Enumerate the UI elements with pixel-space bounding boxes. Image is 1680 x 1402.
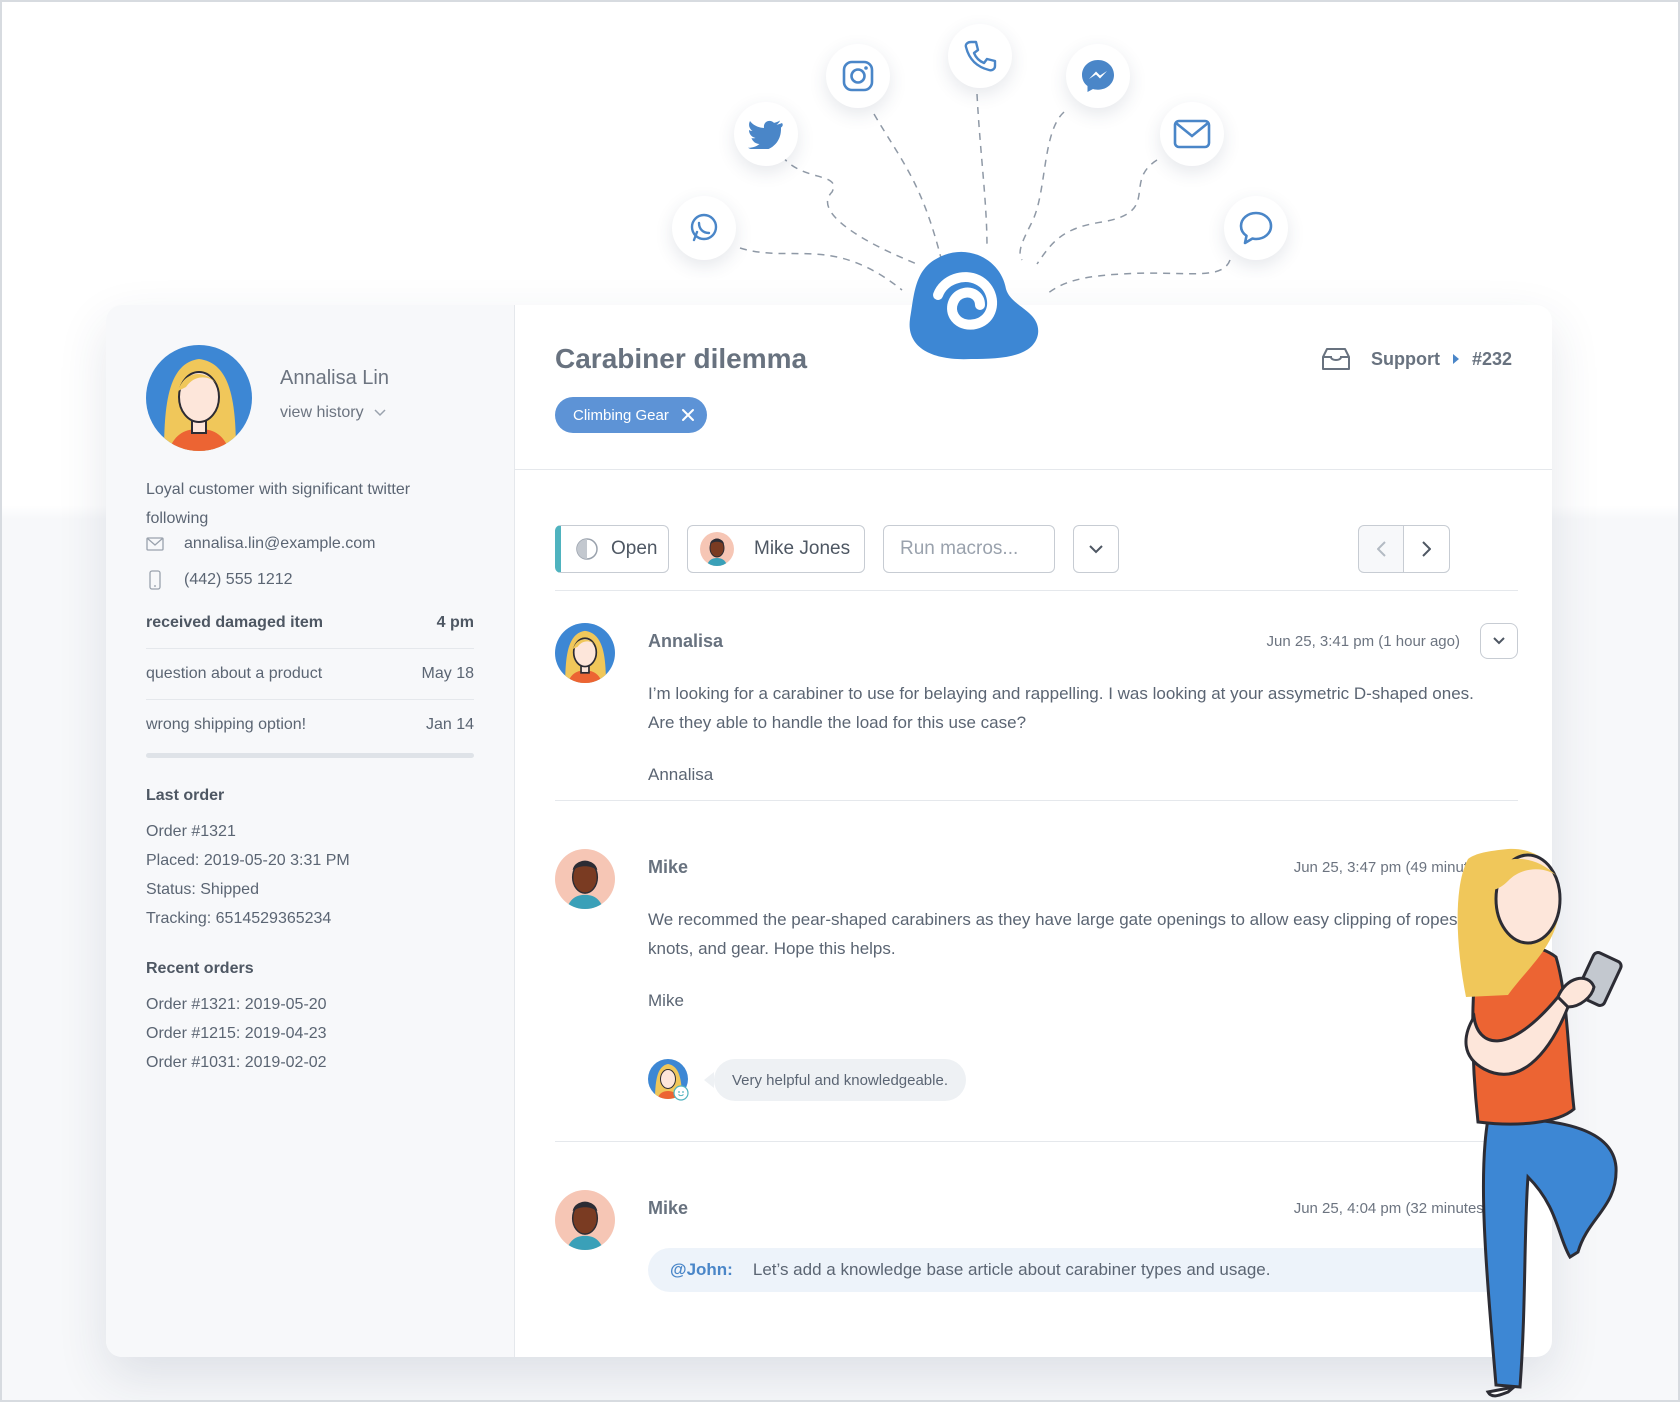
last-order-details: Order #1321 Placed: 2019-05-20 3:31 PM S… [146,817,350,933]
message-customer: Annalisa Jun 25, 3:41 pm (1 hour ago) I’… [555,623,1518,784]
tag-label: Climbing Gear [573,406,669,424]
customer-phone[interactable]: (442) 555 1212 [146,570,293,590]
assignee-button[interactable]: Mike Jones [687,525,865,573]
chat-icon [1224,196,1288,260]
chevron-down-icon [1089,544,1103,553]
view-history-label: view history [280,404,364,421]
ticket-history-list: received damaged item 4 pm question abou… [146,598,474,758]
history-subject: question about a product [146,665,323,682]
message-timestamp: Jun 25, 3:41 pm (1 hour ago) [1266,633,1460,650]
last-order-line: Order #1321 [146,823,236,840]
last-order-title: Last order [146,787,225,804]
message-divider [555,800,1518,801]
customer-phone-text: (442) 555 1212 [184,571,293,588]
ticket-id: #232 [1471,348,1512,369]
ticket-tag: Climbing Gear [555,397,707,433]
customer-email-text: annalisa.lin@example.com [184,535,376,552]
history-scrollbar[interactable] [146,753,474,758]
email-icon [1160,102,1224,166]
close-icon[interactable] [681,408,695,422]
customer-avatar [555,623,615,683]
message-signature: Mike [648,991,684,1010]
toolbar-divider [555,590,1518,591]
recent-orders-list: Order #1321: 2019-05-20 Order #1215: 201… [146,990,327,1077]
message-author: Mike [648,857,689,877]
macros-placeholder: Run macros... [900,538,1019,559]
customer-avatar [146,345,252,451]
instagram-icon [826,44,890,108]
history-item[interactable]: question about a product May 18 [146,649,474,700]
recent-orders-title: Recent orders [146,960,254,977]
agent-avatar [555,849,615,909]
history-item[interactable]: received damaged item 4 pm [146,598,474,649]
message-agent: Mike Jun 25, 3:47 pm (49 minutes ago) We… [555,849,1518,1109]
macros-input[interactable]: Run macros... [883,525,1055,573]
rating-comment: Very helpful and knowledgeable. [704,1059,966,1101]
whatsapp-icon [672,196,736,260]
caret-right-icon [1452,354,1459,364]
assignee-name: Mike Jones [754,538,851,559]
chevron-right-icon [1422,541,1431,557]
customer-sidebar: Annalisa Lin view history Loyal customer… [106,305,515,1357]
twitter-icon [734,102,798,166]
message-body: We recommed the pear-shaped carabiners a… [648,910,1463,958]
history-subject: wrong shipping option! [146,716,307,733]
message-divider [555,1141,1518,1142]
brand-logo [909,251,1039,360]
status-label: Open [611,538,658,559]
satisfaction-rating: Very helpful and knowledgeable. [648,1059,966,1101]
customer-description: Loyal customer with significant twitter … [146,481,411,527]
last-order-line: Tracking: 6514529365234 [146,910,332,927]
more-actions-button[interactable] [1073,525,1119,573]
phone-icon [948,24,1012,88]
header-divider [515,469,1552,470]
app-frame: Annalisa Lin view history Loyal customer… [0,0,1680,1402]
rating-customer-avatar [648,1059,689,1101]
messenger-icon [1066,44,1130,108]
last-order-line: Status: Shipped [146,881,259,898]
chevron-down-icon [1493,637,1505,645]
email-icon [146,537,164,551]
next-ticket-button[interactable] [1403,525,1450,573]
ticket-title: Carabiner dilemma [555,343,808,374]
ticket-toolbar: Open Mike Jones Run macros... [555,525,1518,575]
recent-order-link[interactable]: Order #1215: 2019-04-23 [146,1019,327,1048]
recent-order-link[interactable]: Order #1321: 2019-05-20 [146,990,327,1019]
breadcrumb-team[interactable]: Support [1371,349,1440,370]
recent-order-link[interactable]: Order #1031: 2019-02-02 [146,1048,327,1077]
message-options-button[interactable] [1480,623,1518,659]
mention[interactable]: @John: [670,1260,733,1280]
note-text: Let’s add a knowledge base article about… [752,1260,1271,1279]
message-internal-note: Mike Jun 25, 4:04 pm (32 minutes ago) @J… [555,1190,1518,1310]
internal-note: @John: Let’s add a knowledge base articl… [648,1248,1518,1292]
breadcrumb: Support #232 [1321,347,1512,371]
inbox-icon [1321,348,1350,370]
customer-name: Annalisa Lin [280,367,389,389]
agent-avatar [700,532,734,566]
history-subject: received damaged item [146,614,323,631]
history-time: May 18 [421,665,474,682]
chevron-left-icon [1376,541,1386,557]
status-button[interactable]: Open [555,525,669,573]
previous-ticket-button[interactable] [1358,525,1404,573]
person-illustration [1457,848,1623,1398]
history-item[interactable]: wrong shipping option! Jan 14 [146,700,474,750]
agent-avatar [555,1190,615,1250]
chevron-down-icon [374,409,386,417]
message-author: Mike [648,1198,689,1218]
ticket-main: Carabiner dilemma Support #232 Climbing … [515,305,1552,1357]
mobile-phone-icon [149,570,161,590]
message-signature: Annalisa [648,765,714,784]
history-time: Jan 14 [425,716,474,733]
ticket-panel: Annalisa Lin view history Loyal customer… [106,305,1552,1357]
view-history-link[interactable]: view history [280,404,386,422]
history-time: 4 pm [436,614,474,631]
last-order-line: Placed: 2019-05-20 3:31 PM [146,852,350,869]
half-circle-status-icon [576,538,598,560]
message-body: I’m looking for a carabiner to use for b… [648,684,1474,732]
message-author: Annalisa [648,631,724,651]
customer-email[interactable]: annalisa.lin@example.com [146,535,375,553]
